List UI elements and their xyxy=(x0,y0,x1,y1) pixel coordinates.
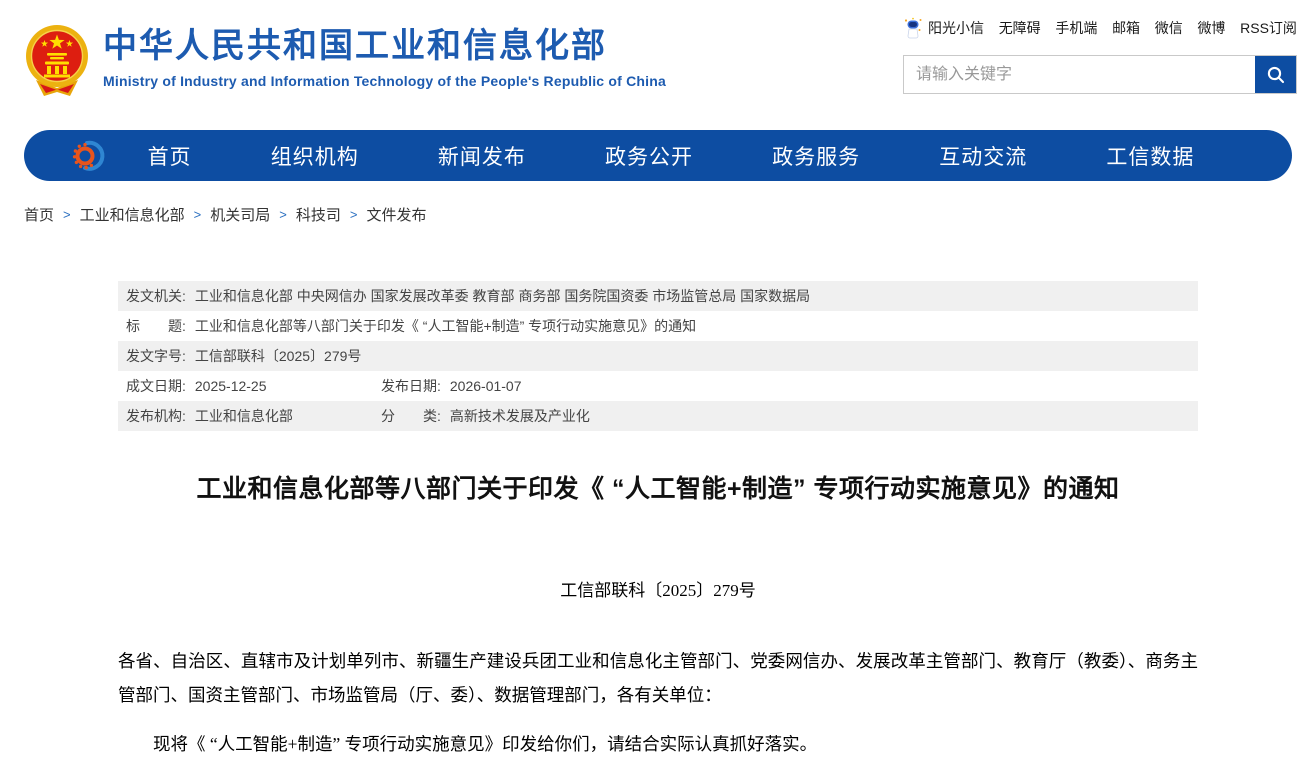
quick-link-weibo[interactable]: 微博 xyxy=(1197,18,1225,38)
meta-label: 发布日期: xyxy=(381,376,441,396)
quick-link-label: 微博 xyxy=(1197,18,1225,38)
quick-link-label: RSS订阅 xyxy=(1240,18,1297,38)
breadcrumb-science-tech-dept[interactable]: 科技司 xyxy=(296,204,341,225)
main-nav: 首页 组织机构 新闻发布 政务公开 政务服务 互动交流 工信数据 xyxy=(24,130,1292,181)
document-page: 发文机关: 工业和信息化部 中央网信办 国家发展改革委 教育部 商务部 国务院国… xyxy=(118,281,1198,761)
nav-item-organization[interactable]: 组织机构 xyxy=(271,141,359,171)
breadcrumb-separator: > xyxy=(279,207,287,222)
document-title: 工业和信息化部等八部门关于印发《 “人工智能+制造” 专项行动实施意见》的通知 xyxy=(118,469,1198,505)
breadcrumb-home[interactable]: 首页 xyxy=(24,204,54,225)
breadcrumb-separator: > xyxy=(63,207,71,222)
breadcrumb-document-release[interactable]: 文件发布 xyxy=(366,204,426,225)
quick-link-label: 无障碍 xyxy=(999,18,1041,38)
meta-row-dates: 成文日期: 2025-12-25 发布日期: 2026-01-07 xyxy=(118,371,1198,401)
document-paragraph: 现将《 “人工智能+制造” 专项行动实施意见》印发给你们，请结合实际认真抓好落实… xyxy=(118,727,1198,761)
search-input[interactable] xyxy=(904,56,1255,93)
meta-value: 工业和信息化部等八部门关于印发《 “人工智能+制造” 专项行动实施意见》的通知 xyxy=(195,316,696,336)
nav-item-miit-data[interactable]: 工信数据 xyxy=(1106,141,1194,171)
meta-row-title: 标 题: 工业和信息化部等八部门关于印发《 “人工智能+制造” 专项行动实施意见… xyxy=(118,311,1198,341)
search-bar xyxy=(903,55,1297,94)
quick-link-wechat[interactable]: 微信 xyxy=(1155,18,1183,38)
site-header: 中华人民共和国工业和信息化部 Ministry of Industry and … xyxy=(0,0,1316,126)
breadcrumb-departments[interactable]: 机关司局 xyxy=(210,204,270,225)
meta-label: 发文字号: xyxy=(126,346,186,366)
breadcrumb: 首页 > 工业和信息化部 > 机关司局 > 科技司 > 文件发布 xyxy=(24,204,1292,225)
mascot-icon xyxy=(903,17,924,39)
nav-item-gov-disclosure[interactable]: 政务公开 xyxy=(605,141,693,171)
nav-item-news[interactable]: 新闻发布 xyxy=(438,141,526,171)
meta-value: 工信部联科〔2025〕279号 xyxy=(195,346,362,366)
meta-row-publisher-category: 发布机构: 工业和信息化部 分 类: 高新技术发展及产业化 xyxy=(118,401,1198,431)
site-title: 中华人民共和国工业和信息化部 xyxy=(103,26,666,66)
document-body: 各省、自治区、直辖市及计划单列市、新疆生产建设兵团工业和信息化主管部门、党委网信… xyxy=(118,644,1198,761)
meta-value: 工业和信息化部 中央网信办 国家发展改革委 教育部 商务部 国务院国资委 市场监… xyxy=(195,286,810,306)
quick-link-label: 手机端 xyxy=(1055,18,1097,38)
breadcrumb-separator: > xyxy=(194,207,202,222)
quick-link-label: 阳光小信 xyxy=(928,18,984,38)
document-meta-table: 发文机关: 工业和信息化部 中央网信办 国家发展改革委 教育部 商务部 国务院国… xyxy=(118,281,1198,431)
nav-items: 首页 组织机构 新闻发布 政务公开 政务服务 互动交流 工信数据 xyxy=(108,141,1234,171)
search-button[interactable] xyxy=(1255,56,1296,93)
quick-link-accessibility[interactable]: 无障碍 xyxy=(999,18,1041,38)
breadcrumb-miit[interactable]: 工业和信息化部 xyxy=(80,204,185,225)
meta-value: 2025-12-25 xyxy=(195,378,267,394)
meta-label: 标 题: xyxy=(126,316,186,336)
document-paragraph: 各省、自治区、直辖市及计划单列市、新疆生产建设兵团工业和信息化主管部门、党委网信… xyxy=(118,644,1198,712)
meta-row-issuing-agencies: 发文机关: 工业和信息化部 中央网信办 国家发展改革委 教育部 商务部 国务院国… xyxy=(118,281,1198,311)
header-utilities: 阳光小信 无障碍 手机端 邮箱 微信 微博 RSS订阅 xyxy=(903,17,1297,94)
miit-gear-logo-icon xyxy=(70,137,108,175)
nav-item-interaction[interactable]: 互动交流 xyxy=(939,141,1027,171)
meta-label: 发布机构: xyxy=(126,406,186,426)
quick-link-mail[interactable]: 邮箱 xyxy=(1112,18,1140,38)
site-brand[interactable]: 中华人民共和国工业和信息化部 Ministry of Industry and … xyxy=(24,22,666,100)
national-emblem-icon xyxy=(24,22,90,100)
meta-value: 高新技术发展及产业化 xyxy=(450,406,590,426)
quick-link-rss[interactable]: RSS订阅 xyxy=(1240,18,1297,38)
site-subtitle: Ministry of Industry and Information Tec… xyxy=(103,73,666,89)
meta-label: 发文机关: xyxy=(126,286,186,306)
quick-links: 阳光小信 无障碍 手机端 邮箱 微信 微博 RSS订阅 xyxy=(903,17,1297,39)
meta-label: 成文日期: xyxy=(126,376,186,396)
meta-value: 工业和信息化部 xyxy=(195,406,293,426)
nav-item-gov-services[interactable]: 政务服务 xyxy=(772,141,860,171)
breadcrumb-separator: > xyxy=(350,207,358,222)
meta-label: 分 类: xyxy=(381,406,441,426)
meta-value: 2026-01-07 xyxy=(450,378,522,394)
meta-row-doc-number: 发文字号: 工信部联科〔2025〕279号 xyxy=(118,341,1198,371)
quick-link-sunshine[interactable]: 阳光小信 xyxy=(903,17,984,39)
quick-link-mobile[interactable]: 手机端 xyxy=(1055,18,1097,38)
document-number: 工信部联科〔2025〕279号 xyxy=(118,576,1198,601)
quick-link-label: 微信 xyxy=(1155,18,1183,38)
nav-item-home[interactable]: 首页 xyxy=(148,141,192,171)
search-icon xyxy=(1266,65,1286,85)
quick-link-label: 邮箱 xyxy=(1112,18,1140,38)
